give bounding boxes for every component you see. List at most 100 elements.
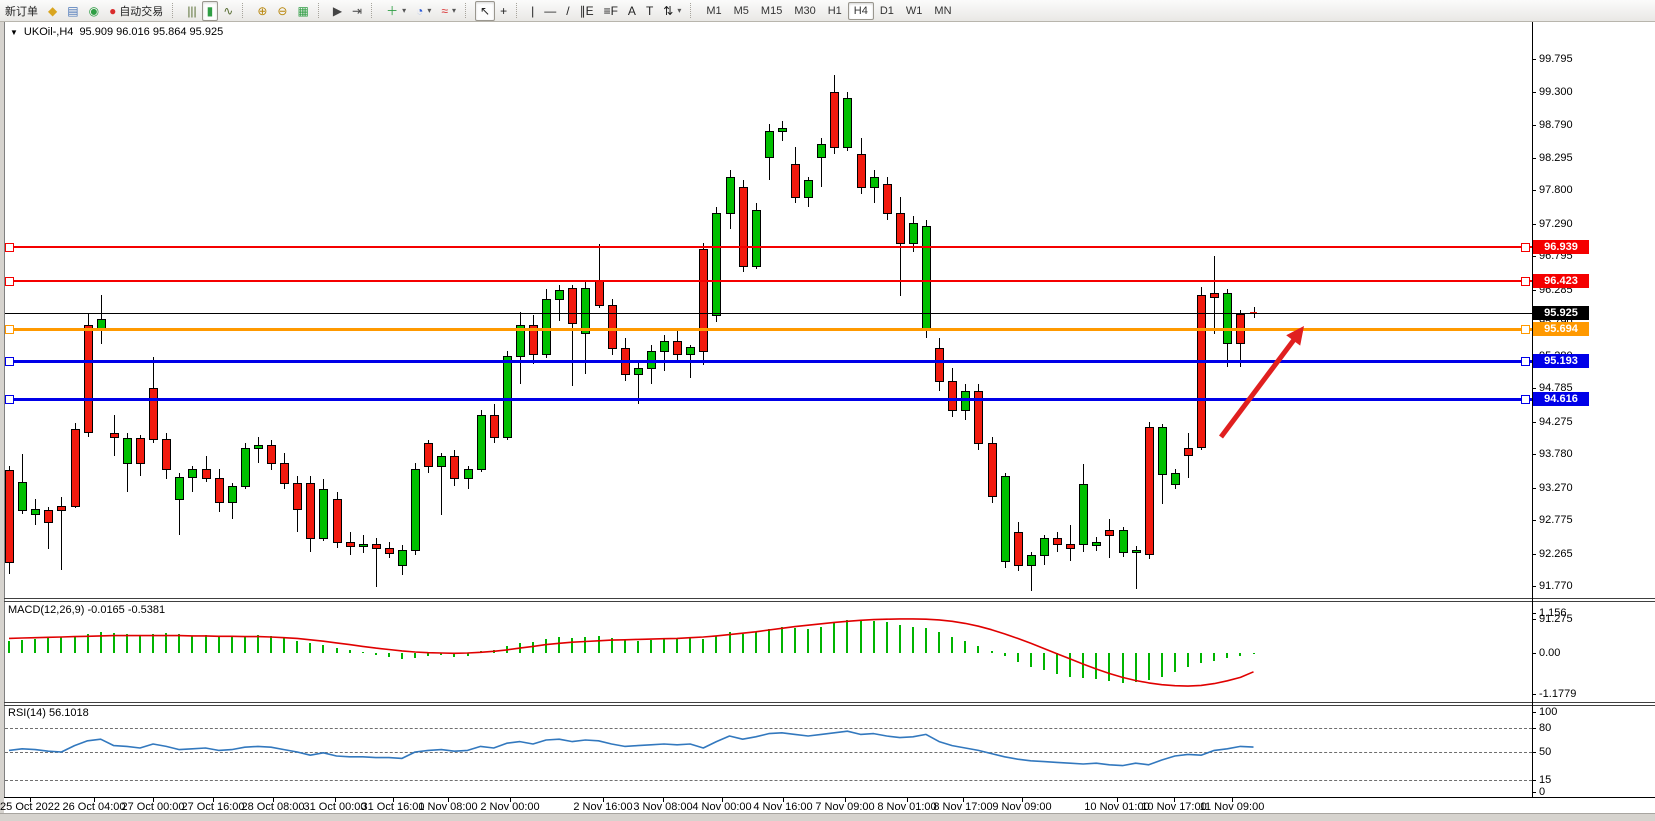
- candle-down[interactable]: [1210, 293, 1219, 298]
- chart-shift-button[interactable]: ⇥: [347, 1, 367, 21]
- periods-button[interactable]: ◔▾: [411, 1, 436, 21]
- vertical-line-button[interactable]: |: [526, 1, 539, 21]
- chart-dropdown-icon[interactable]: ▼: [10, 28, 18, 37]
- candle-up[interactable]: [18, 482, 27, 511]
- candle-up[interactable]: [1001, 476, 1010, 562]
- line-anchor-right[interactable]: [1521, 277, 1530, 286]
- candle-down[interactable]: [935, 348, 944, 382]
- candle-down[interactable]: [948, 381, 957, 411]
- line-anchor-left[interactable]: [5, 277, 14, 286]
- candle-down[interactable]: [136, 438, 145, 464]
- timeframe-h1-button[interactable]: H1: [822, 2, 848, 20]
- candle-down[interactable]: [1066, 544, 1075, 549]
- timeframe-d1-button[interactable]: D1: [874, 2, 900, 20]
- line-anchor-left[interactable]: [5, 325, 14, 334]
- text-button[interactable]: A: [623, 1, 641, 21]
- candle-down[interactable]: [84, 325, 93, 433]
- timeframe-w1-button[interactable]: W1: [900, 2, 929, 20]
- candle-up[interactable]: [686, 347, 695, 355]
- candle-down[interactable]: [5, 470, 14, 563]
- candle-down[interactable]: [424, 443, 433, 467]
- auto-scroll-button[interactable]: ▶: [328, 1, 347, 21]
- horizontal-line-button[interactable]: —: [539, 1, 561, 21]
- crosshair-button[interactable]: +: [495, 1, 512, 21]
- candle-down[interactable]: [1053, 538, 1062, 545]
- candle-down[interactable]: [595, 281, 604, 306]
- candle-down[interactable]: [1014, 532, 1023, 566]
- candle-down[interactable]: [1197, 295, 1206, 448]
- candle-down[interactable]: [830, 92, 839, 148]
- candle-up[interactable]: [726, 177, 735, 214]
- level-line-95.694[interactable]: [5, 328, 1532, 331]
- zoom-in-button[interactable]: ⊕: [252, 1, 272, 21]
- timeframe-m1-button[interactable]: M1: [700, 2, 727, 20]
- candle-up[interactable]: [411, 469, 420, 551]
- auto-trading-button[interactable]: ●自动交易: [104, 1, 168, 21]
- candle-up[interactable]: [752, 210, 761, 267]
- candle-up[interactable]: [1171, 473, 1180, 485]
- level-line-94.616[interactable]: [5, 398, 1532, 401]
- candle-up[interactable]: [437, 456, 446, 467]
- candle-down[interactable]: [333, 499, 342, 543]
- terminal-button[interactable]: ◉: [84, 1, 104, 21]
- candle-up[interactable]: [398, 550, 407, 566]
- level-line-96.423[interactable]: [5, 280, 1532, 282]
- line-anchor-right[interactable]: [1521, 357, 1530, 366]
- candle-down[interactable]: [673, 341, 682, 355]
- candle-up[interactable]: [31, 509, 40, 515]
- level-line-95.193[interactable]: [5, 360, 1532, 363]
- line-anchor-right[interactable]: [1521, 325, 1530, 334]
- arrows-dropdown-icon[interactable]: ▾: [677, 6, 681, 15]
- candle-up[interactable]: [228, 486, 237, 503]
- candle-down[interactable]: [739, 187, 748, 267]
- candle-down[interactable]: [202, 469, 211, 479]
- candle-down[interactable]: [857, 154, 866, 188]
- candle-up[interactable]: [1132, 550, 1141, 553]
- candle-down[interactable]: [988, 443, 997, 497]
- line-anchor-right[interactable]: [1521, 395, 1530, 404]
- candle-up[interactable]: [477, 415, 486, 470]
- timeframe-h4-button[interactable]: H4: [848, 2, 874, 20]
- candle-down[interactable]: [293, 483, 302, 510]
- periods-dropdown-icon[interactable]: ▾: [427, 6, 431, 15]
- candle-down[interactable]: [44, 510, 53, 523]
- timeframe-m30-button[interactable]: M30: [788, 2, 821, 20]
- candle-up[interactable]: [319, 489, 328, 539]
- indicators-dropdown-icon[interactable]: ▾: [452, 6, 456, 15]
- timeframe-m5-button[interactable]: M5: [728, 2, 755, 20]
- timeframe-mn-button[interactable]: MN: [928, 2, 957, 20]
- line-anchor-left[interactable]: [5, 395, 14, 404]
- equidistant-channel-button[interactable]: ∥E: [575, 1, 599, 21]
- candle-down[interactable]: [608, 305, 617, 349]
- candle-up[interactable]: [1040, 538, 1049, 556]
- indicators-button[interactable]: ≈▾: [436, 1, 461, 21]
- navigator-button[interactable]: ▤: [62, 1, 83, 21]
- candle-up[interactable]: [175, 477, 184, 500]
- candle-up[interactable]: [804, 180, 813, 198]
- candlesticks-button[interactable]: ▮: [202, 1, 219, 21]
- candle-down[interactable]: [1145, 427, 1154, 555]
- rsi-splitter[interactable]: [4, 702, 1655, 703]
- candle-up[interactable]: [1158, 427, 1167, 475]
- text-label-button[interactable]: T: [641, 1, 658, 21]
- new-chart-dropdown-icon[interactable]: ▾: [402, 6, 406, 15]
- candle-up[interactable]: [1079, 484, 1088, 545]
- line-chart-button[interactable]: ∿: [218, 1, 238, 21]
- candle-down[interactable]: [1105, 530, 1114, 536]
- candle-up[interactable]: [660, 341, 669, 352]
- current-price-line[interactable]: [5, 313, 1532, 314]
- candle-down[interactable]: [450, 456, 459, 479]
- candle-down[interactable]: [385, 548, 394, 554]
- market-watch-button[interactable]: ◆: [43, 1, 62, 21]
- line-anchor-right[interactable]: [1521, 243, 1530, 252]
- candle-down[interactable]: [71, 429, 80, 507]
- macd-splitter[interactable]: [4, 598, 1655, 599]
- candle-down[interactable]: [568, 288, 577, 324]
- candle-down[interactable]: [791, 164, 800, 198]
- candle-up[interactable]: [843, 98, 852, 148]
- candle-up[interactable]: [1027, 555, 1036, 566]
- candle-up[interactable]: [778, 128, 787, 132]
- candle-down[interactable]: [883, 184, 892, 214]
- new-order-button[interactable]: 新订单: [0, 1, 43, 21]
- candle-up[interactable]: [817, 144, 826, 158]
